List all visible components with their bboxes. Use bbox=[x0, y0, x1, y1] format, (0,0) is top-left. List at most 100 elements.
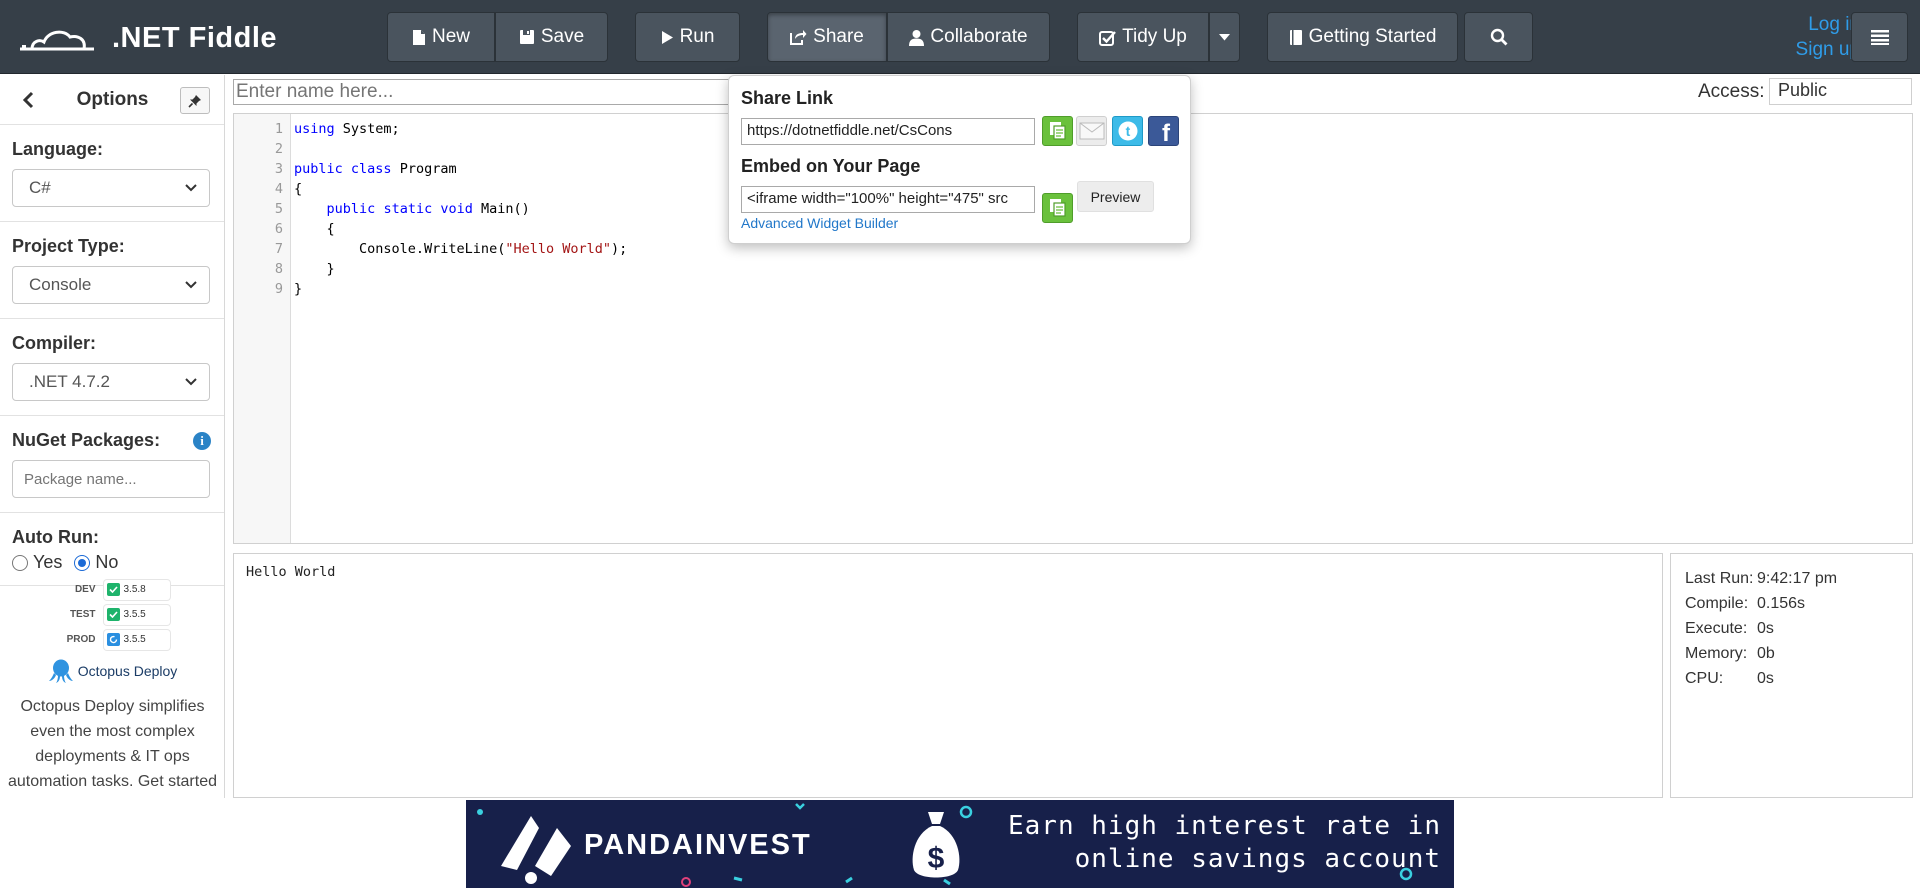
share-button[interactable]: Share bbox=[767, 12, 887, 62]
compiler-select[interactable]: .NET 4.7.2 bbox=[12, 363, 210, 401]
auto-run-no-radio[interactable]: No bbox=[74, 552, 118, 573]
email-share-button[interactable] bbox=[1076, 116, 1107, 146]
project-type-section: Project Type: Console bbox=[0, 222, 224, 319]
env-version: 3.5.5 bbox=[123, 609, 146, 620]
language-value: C# bbox=[29, 178, 51, 197]
hamburger-icon bbox=[1870, 30, 1889, 45]
code-token: System; bbox=[334, 121, 400, 137]
options-sidebar: Options Language: C# Project Type: Conso… bbox=[0, 75, 225, 798]
run-button[interactable]: Run bbox=[635, 12, 740, 62]
stat-key: Execute: bbox=[1685, 620, 1748, 637]
line-content: } bbox=[287, 279, 302, 299]
nuget-section: NuGet Packages: i bbox=[0, 416, 224, 513]
line-number: 8 bbox=[274, 261, 283, 277]
check-square-icon bbox=[1099, 30, 1117, 46]
code-line: 2 bbox=[234, 139, 627, 159]
copy-link-button[interactable] bbox=[1042, 116, 1073, 146]
radio-circle-selected bbox=[74, 554, 91, 571]
code-token: } bbox=[294, 261, 335, 277]
keyword-token: void bbox=[440, 201, 473, 217]
new-button[interactable]: New bbox=[387, 12, 495, 62]
code-token: { bbox=[294, 221, 335, 237]
collaborate-button[interactable]: Collaborate bbox=[887, 12, 1050, 62]
stat-row: Last Run: 9:42:17 pm bbox=[1685, 566, 1912, 591]
svg-text:f: f bbox=[1162, 120, 1171, 143]
auth-links: Log in Sign up bbox=[1740, 12, 1860, 62]
refresh-icon bbox=[106, 633, 120, 646]
code-token: Console.WriteLine( bbox=[294, 241, 506, 257]
output-panel[interactable]: Hello World bbox=[233, 553, 1663, 798]
line-content: { bbox=[287, 219, 335, 239]
search-button[interactable] bbox=[1464, 12, 1533, 62]
pin-sidebar-button[interactable] bbox=[180, 87, 210, 114]
line-content: public static void Main() bbox=[287, 199, 530, 219]
main-menu-button[interactable] bbox=[1851, 12, 1908, 62]
share-button-label: Share bbox=[813, 26, 864, 47]
code-token: Main() bbox=[472, 201, 530, 217]
login-link[interactable]: Log in bbox=[1740, 12, 1860, 37]
run-stats-panel: Last Run: 9:42:17 pm Compile: 0.156s Execu… bbox=[1670, 553, 1913, 798]
preview-button[interactable]: Preview bbox=[1077, 181, 1154, 212]
tidy-dropdown-button[interactable] bbox=[1209, 12, 1240, 62]
collaborate-button-label: Collaborate bbox=[930, 26, 1028, 47]
info-icon[interactable]: i bbox=[193, 432, 211, 450]
line-content: public class Program bbox=[287, 159, 457, 179]
twitter-share-button[interactable]: t bbox=[1112, 116, 1143, 146]
stat-key: Last Run: bbox=[1685, 570, 1754, 587]
line-content: { bbox=[287, 179, 302, 199]
chevron-down-icon bbox=[185, 281, 197, 289]
user-icon bbox=[909, 29, 925, 46]
twitter-icon: t bbox=[1118, 121, 1137, 141]
stat-value: 0s bbox=[1757, 620, 1774, 637]
run-button-group: Run bbox=[635, 12, 740, 62]
nuget-package-input[interactable] bbox=[12, 460, 210, 498]
auto-run-no-label: No bbox=[95, 552, 119, 572]
auto-run-section: Auto Run: Yes No bbox=[0, 513, 224, 586]
signup-link[interactable]: Sign up bbox=[1740, 37, 1860, 62]
search-icon bbox=[1490, 28, 1507, 46]
code-line: 3 public class Program bbox=[234, 159, 627, 179]
stat-row: CPU: 0s bbox=[1685, 666, 1912, 691]
save-button[interactable]: Save bbox=[495, 12, 608, 62]
options-header: Options bbox=[0, 75, 224, 125]
language-select[interactable]: C# bbox=[12, 169, 210, 207]
banner-ad[interactable]: PANDAINVEST $ Earn high interest rate in… bbox=[466, 800, 1454, 888]
env-row-test: TEST 3.5.5 bbox=[0, 602, 224, 627]
line-number: 6 bbox=[274, 221, 283, 237]
project-type-select[interactable]: Console bbox=[12, 266, 210, 304]
line-number: 3 bbox=[274, 161, 283, 177]
code-line: 1 using System; bbox=[234, 119, 627, 139]
auto-run-yes-label: Yes bbox=[33, 552, 63, 572]
octopus-ad[interactable]: DEV 3.5.8 TEST 3.5.5 PROD 3.5.5 Octopus … bbox=[0, 577, 224, 794]
access-select[interactable]: Public bbox=[1769, 78, 1912, 105]
banner-headline: Earn high interest rate in online saving… bbox=[1001, 810, 1441, 876]
line-content: Console.WriteLine("Hello World"); bbox=[287, 239, 627, 259]
banner-line-2: online savings account bbox=[1074, 844, 1441, 874]
share-link-input[interactable]: https://dotnetfiddle.net/CsCons bbox=[741, 118, 1035, 145]
fiddle-name-input[interactable] bbox=[233, 79, 753, 105]
embed-title: Embed on Your Page bbox=[741, 156, 921, 176]
embed-code-input[interactable]: <iframe width="100%" height="475" src bbox=[741, 186, 1035, 213]
logo[interactable]: .NET Fiddle bbox=[18, 18, 277, 58]
compiler-value: .NET 4.7.2 bbox=[29, 372, 110, 391]
keyword-token: class bbox=[350, 161, 392, 177]
floppy-icon bbox=[519, 30, 534, 44]
copy-embed-button[interactable] bbox=[1042, 193, 1073, 223]
facebook-share-button[interactable]: f bbox=[1148, 116, 1179, 146]
getting-started-button[interactable]: Getting Started bbox=[1267, 12, 1458, 62]
auto-run-yes-radio[interactable]: Yes bbox=[12, 552, 62, 573]
getting-started-label: Getting Started bbox=[1308, 26, 1437, 47]
copy-icon bbox=[1049, 122, 1066, 140]
octopus-icon bbox=[48, 659, 73, 683]
access-label: Access: bbox=[1698, 81, 1765, 102]
advanced-widget-builder-link[interactable]: Advanced Widget Builder bbox=[741, 215, 898, 231]
chevron-down-icon bbox=[185, 184, 197, 192]
stat-value: 9:42:17 pm bbox=[1757, 570, 1838, 587]
keyword-token: static bbox=[383, 201, 433, 217]
share-link-title: Share Link bbox=[741, 88, 834, 108]
tidy-up-button[interactable]: Tidy Up bbox=[1077, 12, 1209, 62]
code-lines: 1 using System; 2 3 public class Program 4{5 … bbox=[234, 119, 627, 299]
line-number: 4 bbox=[274, 181, 283, 197]
auto-run-options: Yes No bbox=[12, 552, 212, 573]
